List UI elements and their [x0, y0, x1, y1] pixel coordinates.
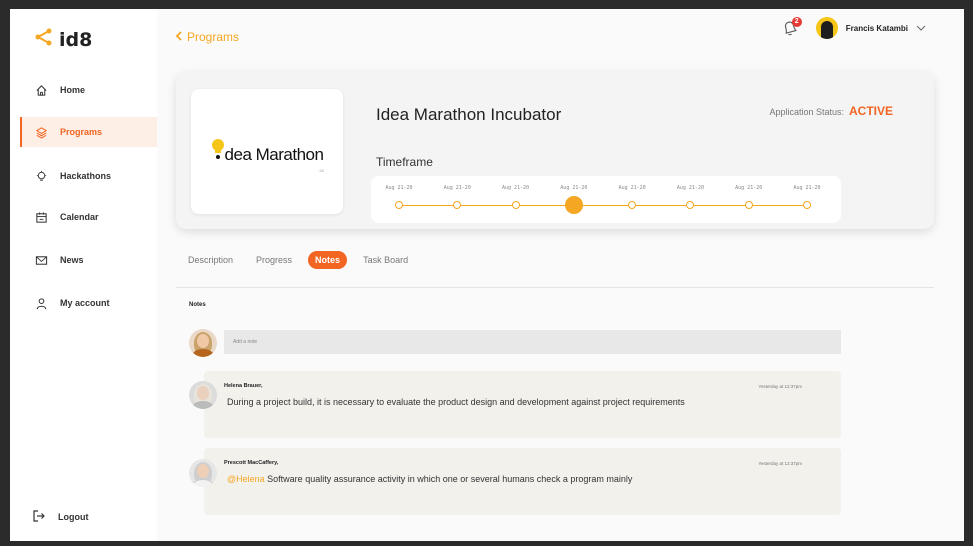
- logout-button[interactable]: Logout: [32, 509, 89, 525]
- avatar: [189, 459, 217, 487]
- tab-progress[interactable]: Progress: [249, 251, 299, 269]
- sidebar: id8 Home Programs Hackathons Calendar Ne…: [10, 9, 157, 541]
- notifications-button[interactable]: 2: [782, 17, 802, 37]
- timeline-dot[interactable]: [628, 201, 637, 209]
- back-label: Programs: [187, 30, 240, 44]
- notes-heading: Notes: [189, 302, 206, 308]
- note-author: Helena Brauer,: [224, 383, 263, 389]
- logout-label: Logout: [58, 512, 89, 522]
- status-label: Application Status:: [769, 107, 844, 117]
- app-frame: id8 Home Programs Hackathons Calendar Ne…: [10, 9, 964, 541]
- notification-badge: 2: [791, 17, 802, 27]
- tab-description[interactable]: Description: [181, 251, 240, 269]
- program-card: dea Marathon 2.0 Idea Marathon Incubator…: [176, 72, 934, 229]
- timeline-date: Aug 21-20: [618, 185, 646, 191]
- sidebar-item-label: Calendar: [60, 212, 99, 222]
- timeline-dot[interactable]: [395, 201, 403, 209]
- logo-text: id8: [59, 28, 93, 51]
- timeline-dot[interactable]: [686, 201, 695, 209]
- program-tabs: Description Progress Notes Task Board: [181, 251, 424, 269]
- timeline-date: Aug 21-20: [502, 185, 530, 191]
- note-item: Prescott MacCaffery, Yesterday at 12:37p…: [204, 448, 841, 515]
- sidebar-item-my-account[interactable]: My account: [20, 288, 157, 318]
- back-link[interactable]: Programs: [175, 30, 239, 44]
- note-author: Prescott MacCaffery,: [224, 460, 279, 466]
- program-logo-sub: 2.0: [319, 168, 324, 173]
- note-item: Helena Brauer, Yesterday at 12:37pm Duri…: [204, 371, 841, 438]
- note-mention[interactable]: @Helena: [227, 474, 265, 484]
- avatar: [189, 329, 217, 357]
- share-icon: [33, 27, 53, 52]
- timeframe-timeline: Aug 21-20 Aug 21-20 Aug 21-20 Aug 21-20 Aug …: [371, 176, 841, 223]
- program-logo-text: dea Marathon: [224, 145, 324, 164]
- sidebar-item-label: News: [60, 255, 84, 265]
- logout-icon: [32, 509, 46, 525]
- calendar-icon: [34, 210, 48, 224]
- timeline-current-marker[interactable]: [564, 196, 583, 214]
- add-note-input[interactable]: [224, 330, 841, 354]
- note-time: Yesterday at 12:37pm: [758, 384, 802, 389]
- timeline-date: Aug 21-20: [443, 185, 471, 191]
- sidebar-item-hackathons[interactable]: Hackathons: [20, 161, 157, 191]
- note-time: Yesterday at 12:37pm: [758, 461, 802, 466]
- note-text: @Helena Software quality assurance activ…: [227, 474, 632, 484]
- timeline-dot[interactable]: [453, 201, 462, 209]
- lightbulb-icon: [211, 138, 225, 165]
- app-logo[interactable]: id8: [33, 27, 92, 52]
- status-badge: ACTIVE: [848, 104, 893, 118]
- timeline-dot[interactable]: [803, 201, 811, 209]
- note-text: During a project build, it is necessary …: [227, 397, 685, 407]
- application-status: Application Status: ACTIVE: [769, 104, 893, 118]
- timeline-date: Aug 21-20: [385, 185, 413, 191]
- sidebar-item-label: Home: [60, 85, 86, 95]
- program-logo-brand: dea Marathon 2.0: [211, 138, 324, 173]
- program-logo: dea Marathon 2.0: [191, 89, 343, 214]
- program-title: Idea Marathon Incubator: [376, 105, 562, 124]
- avatar[interactable]: [815, 17, 838, 39]
- tabs-divider: [176, 287, 934, 288]
- mail-icon: [34, 253, 48, 267]
- timeline-date: Aug 21-20: [793, 185, 821, 191]
- timeline-dot[interactable]: [744, 201, 753, 209]
- avatar: [189, 381, 217, 409]
- timeline-date: Aug 21-20: [735, 185, 763, 191]
- user-icon: [34, 296, 48, 310]
- timeline-date: Aug 21-20: [560, 185, 588, 191]
- chevron-down-icon[interactable]: [916, 19, 926, 37]
- chevron-left-icon: [175, 30, 183, 44]
- timeline-date: Aug 21-20: [676, 185, 704, 191]
- timeline-dot[interactable]: [511, 201, 520, 209]
- note-body: During a project build, it is necessary …: [227, 397, 685, 407]
- sidebar-item-news[interactable]: News: [20, 245, 157, 275]
- tab-task-board[interactable]: Task Board: [356, 251, 415, 269]
- bulb-icon: [34, 169, 48, 183]
- sidebar-item-label: My account: [60, 298, 110, 308]
- note-body: Software quality assurance activity in w…: [264, 474, 633, 484]
- sidebar-item-programs[interactable]: Programs: [20, 117, 157, 147]
- user-area: 2 Francis Katambi: [782, 17, 926, 39]
- sidebar-item-label: Programs: [60, 127, 103, 137]
- sidebar-item-home[interactable]: Home: [20, 75, 157, 105]
- layers-icon: [34, 125, 48, 139]
- home-icon: [34, 83, 48, 97]
- timeframe-label: Timeframe: [376, 155, 433, 169]
- user-name[interactable]: Francis Katambi: [846, 24, 908, 33]
- sidebar-item-calendar[interactable]: Calendar: [20, 202, 157, 232]
- tab-notes[interactable]: Notes: [308, 251, 348, 269]
- sidebar-item-label: Hackathons: [60, 171, 112, 181]
